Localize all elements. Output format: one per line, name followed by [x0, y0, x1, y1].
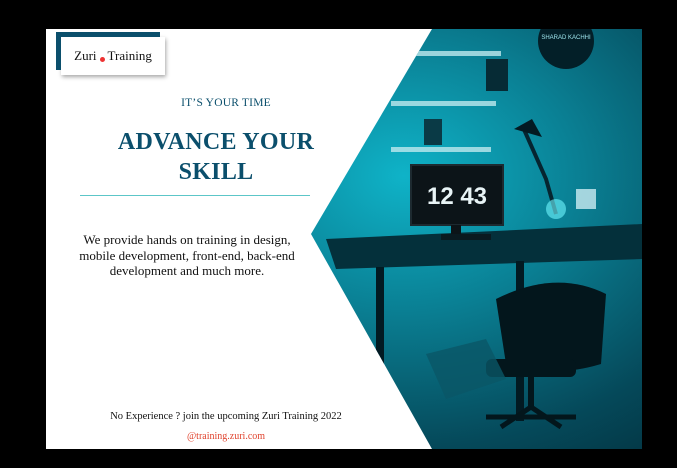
keyboard — [441, 234, 491, 240]
wall-socket — [576, 189, 596, 209]
divider — [80, 195, 310, 196]
frame-right — [486, 59, 508, 91]
shelf-bottom — [391, 147, 491, 152]
glow-lamp — [546, 199, 566, 219]
footer-cta: No Experience ? join the upcoming Zuri T… — [110, 411, 342, 422]
brand-dot-icon — [99, 56, 105, 62]
brand-name-right: Training — [107, 48, 152, 63]
shelf-middle — [391, 101, 496, 106]
headline-line-2: SKILL — [178, 159, 254, 185]
clock-display: 12 43 — [427, 183, 487, 210]
headline-line-1: ADVANCE YOUR — [117, 129, 315, 155]
rug — [426, 339, 506, 399]
desk-top — [326, 224, 642, 269]
shelf-top — [391, 51, 501, 56]
brand-name-left: Zuri — [74, 48, 97, 63]
zuri-training-logo[interactable]: Zuri Training — [61, 37, 165, 75]
chair-base — [486, 404, 576, 430]
promo-card: SHARAD KACHHI 12 43 Zuri Training IT’S Y… — [46, 29, 642, 449]
description: We provide hands on training in design, … — [79, 232, 295, 278]
poster-text: SHARAD KACHHI — [541, 35, 591, 41]
chair-back — [496, 282, 606, 372]
headline: ADVANCE YOUR SKILL — [66, 127, 366, 187]
website-handle-link[interactable]: @training.zuri.com — [46, 431, 406, 442]
desk-leg-left — [376, 267, 384, 417]
kicker-text: IT’S YOUR TIME — [181, 97, 271, 109]
chair-post — [528, 377, 534, 407]
frame-small — [424, 119, 442, 145]
